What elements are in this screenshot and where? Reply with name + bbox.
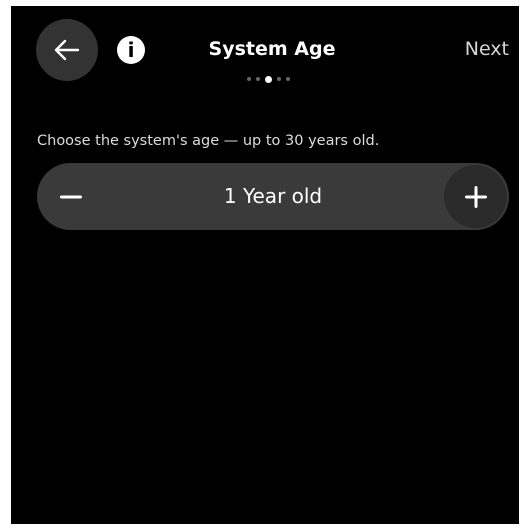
page-title: System Age xyxy=(208,38,336,60)
plus-icon xyxy=(464,185,487,208)
page-dot-active xyxy=(265,75,272,83)
decrement-button[interactable] xyxy=(37,163,104,230)
page-dot xyxy=(286,77,290,81)
age-stepper: 1 Year old xyxy=(37,163,509,230)
back-button[interactable] xyxy=(36,19,98,81)
page-dot xyxy=(247,77,251,81)
arrow-left-icon xyxy=(54,39,80,61)
page-indicator xyxy=(247,75,290,83)
instruction-text: Choose the system's age — up to 30 years… xyxy=(37,133,380,149)
page-dot xyxy=(277,77,281,81)
minus-icon xyxy=(59,195,82,198)
increment-button[interactable] xyxy=(444,165,507,228)
age-value: 1 Year old xyxy=(223,184,323,208)
page-dot xyxy=(256,77,260,81)
info-icon[interactable]: i xyxy=(117,36,145,64)
next-button[interactable]: Next xyxy=(465,35,509,63)
system-age-screen: i System Age Next Choose the system's ag… xyxy=(11,6,519,524)
